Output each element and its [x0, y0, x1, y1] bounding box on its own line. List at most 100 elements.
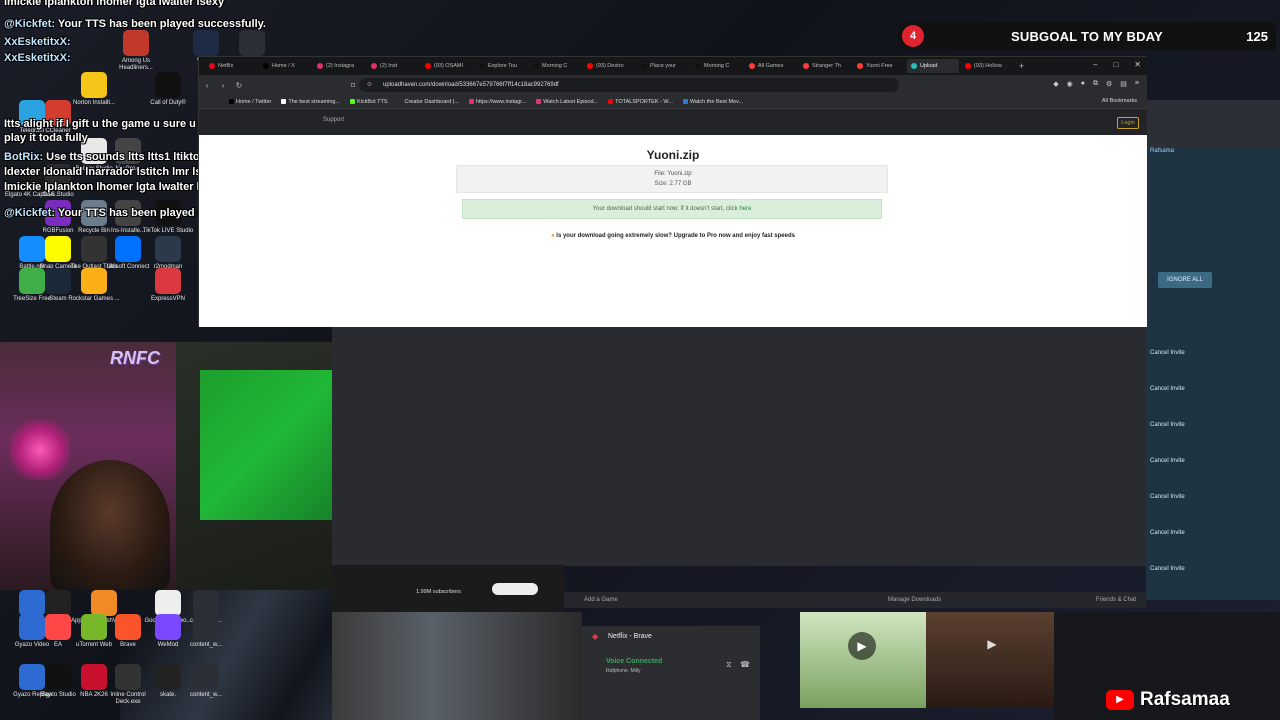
ignore-all-button[interactable]: IGNORE ALL — [1158, 272, 1212, 288]
cancel-invite-button[interactable]: Cancel Invite — [1150, 530, 1185, 536]
browser-tab[interactable]: (93) OSAMI — [421, 59, 473, 73]
bookmark-item[interactable]: KickBot TTS — [350, 99, 388, 105]
folder-icon — [193, 614, 219, 640]
bookmark-list: Home / Twitter The best streaming... KickB… — [229, 99, 743, 105]
back-icon[interactable]: ‹ — [199, 81, 215, 90]
bookmark-item[interactable]: https://www.instagr... — [468, 98, 527, 105]
manage-downloads-button[interactable]: Manage Downloads — [888, 597, 941, 603]
ubisoft-icon — [115, 236, 141, 262]
tab-label: Morning C — [704, 63, 730, 69]
bookmark-label: https://www.instagr... — [475, 98, 527, 105]
desktop-icon-label: content_w... — [189, 642, 223, 648]
extension-icon[interactable]: ● — [1081, 80, 1085, 88]
desktop-icon[interactable]: content_w... — [178, 614, 234, 666]
noise-suppression-icon[interactable]: ⧖ — [726, 660, 732, 670]
browser-tab[interactable]: (93) Hollow — [961, 59, 1013, 73]
cancel-invite-button[interactable]: Cancel Invite — [1150, 458, 1185, 464]
chat-text: play it toda fully — [4, 132, 88, 144]
subscribe-button[interactable] — [492, 583, 538, 595]
cancel-invite-button[interactable]: Cancel Invite — [1150, 422, 1185, 428]
chat-message: lmickie lplankton lhomer lgta lwalter ls… — [4, 181, 224, 193]
browser-tab[interactable]: All Games — [745, 59, 797, 73]
cancel-invite-button[interactable]: Cancel Invite — [1150, 350, 1185, 356]
tab-label: Morning C — [542, 63, 568, 69]
desktop-icon-label: TikTok LIVE Studio — [142, 228, 194, 234]
forward-icon[interactable]: › — [215, 81, 231, 90]
brave-shield-icon[interactable]: ◆ — [1053, 80, 1058, 88]
settings-icon[interactable]: ⚙ — [1106, 80, 1112, 88]
puzzle-icon[interactable]: ⧉ — [1093, 80, 1098, 88]
notice-text: Your download should start now. If it do… — [592, 206, 740, 212]
desktop-icon[interactable]: Rockstar Games ... — [66, 268, 122, 320]
browser-tab[interactable]: (93) Destro — [583, 59, 635, 73]
bookmark-favicon-icon — [229, 99, 234, 104]
desktop-icon[interactable]: Call of Duty® — [140, 72, 196, 124]
video-thumbnail[interactable] — [800, 612, 926, 708]
site-info-icon[interactable]: ⊜ — [367, 78, 372, 92]
play-icon[interactable]: ▶ — [980, 632, 1004, 656]
cancel-invite-button[interactable]: Cancel Invite — [1150, 386, 1185, 392]
tab-favicon-icon — [533, 63, 539, 69]
login-button[interactable]: Login — [1117, 117, 1139, 129]
browser-tab[interactable]: Netflix — [205, 59, 257, 73]
close-icon[interactable]: ✕ — [1134, 60, 1141, 69]
support-link[interactable]: Support — [323, 117, 344, 123]
new-tab-icon[interactable]: + — [1019, 61, 1024, 71]
browser-tab[interactable]: Yuoni Free — [853, 59, 905, 73]
bookmark-favicon-icon — [536, 99, 542, 104]
download-here-link[interactable]: here — [739, 206, 751, 212]
nav-bar: ‹ › ↻ ⌑ ⊜ uploadhaven.com/download/53366… — [199, 75, 1147, 95]
tab-label: (2) Inst — [380, 63, 398, 69]
browser-tab[interactable]: (2) Instagra — [313, 59, 365, 73]
menu-icon[interactable]: ≡ — [1135, 80, 1139, 88]
friends-chat-button[interactable]: Friends & Chat — [1096, 597, 1136, 603]
bookmark-item[interactable]: The best streaming... — [281, 99, 340, 105]
tab-favicon-icon — [965, 63, 971, 69]
sidebar-icon[interactable]: ▤ — [1120, 80, 1127, 88]
minimize-icon[interactable]: – — [1093, 60, 1097, 69]
disconnect-icon[interactable]: ☎ — [740, 660, 750, 669]
folder-icon — [193, 664, 219, 690]
extension-icon[interactable]: ◉ — [1067, 80, 1073, 88]
cancel-invite-button[interactable]: Cancel Invite — [1150, 566, 1185, 572]
tab-label: Stranger Th — [812, 63, 841, 69]
video-thumbnail[interactable] — [926, 612, 1054, 708]
browser-tab[interactable]: Stranger Th — [799, 59, 851, 73]
tab-label: (93) OSAMI — [434, 63, 464, 69]
play-icon[interactable]: ▶ — [848, 632, 876, 660]
right-app-user[interactable]: Rafsama — [1150, 148, 1174, 154]
bookmark-item[interactable]: Watch the Best Mov... — [682, 99, 743, 105]
tab-label: All Games — [758, 63, 784, 69]
desktop-icon[interactable]: content_w... — [178, 664, 234, 716]
right-app-toolbar: Rafsama — [1146, 100, 1280, 154]
all-bookmarks-button[interactable]: All Bookmarks — [1102, 98, 1137, 104]
browser-tab[interactable]: Upload — [907, 59, 959, 73]
chat-message: XxEsketitxX: — [4, 36, 71, 48]
browser-tab[interactable]: (2) Inst — [367, 59, 419, 73]
upgrade-text[interactable]: Is your download going extremely slow? U… — [556, 233, 795, 239]
file-title: Yuoni.zip — [646, 148, 700, 162]
browser-tab[interactable]: Explore Tou — [475, 59, 527, 73]
cancel-invite-button[interactable]: Cancel Invite — [1150, 494, 1185, 500]
norton-icon — [81, 72, 107, 98]
upgrade-promo: ● Is your download going extremely slow?… — [199, 233, 1147, 239]
browser-tab[interactable]: Morning C — [529, 59, 581, 73]
address-bar[interactable]: ⊜ uploadhaven.com/download/533667e579766… — [359, 78, 899, 92]
desktop-icon[interactable]: ExpressVPN — [140, 268, 196, 320]
bookmark-item[interactable]: Creator Dashboard |... — [397, 99, 459, 105]
maximize-icon[interactable]: □ — [1113, 60, 1118, 69]
bookmark-item[interactable]: Home / Twitter — [229, 99, 271, 105]
bookmark-item[interactable]: Watch Latest Episod... — [536, 99, 598, 105]
add-game-button[interactable]: Add a Game — [584, 597, 618, 603]
chat-username: XxEsketitxX: — [4, 36, 71, 48]
reload-icon[interactable]: ↻ — [231, 81, 247, 90]
browser-tab[interactable]: Home / X — [259, 59, 311, 73]
webcam-light — [10, 420, 70, 480]
video-thumbnail[interactable] — [332, 612, 582, 720]
bookmark-item[interactable]: TOTALSPORTEK - W... — [608, 99, 673, 105]
browser-tab[interactable]: Morning C — [691, 59, 743, 73]
chat-message: lmickie lplankton lhomer lgta lwalter ls… — [4, 0, 224, 8]
desktop-icon-label: Call of Duty® — [150, 100, 186, 106]
chat-username: BotRix: — [4, 151, 44, 163]
browser-tab[interactable]: Place your — [637, 59, 689, 73]
